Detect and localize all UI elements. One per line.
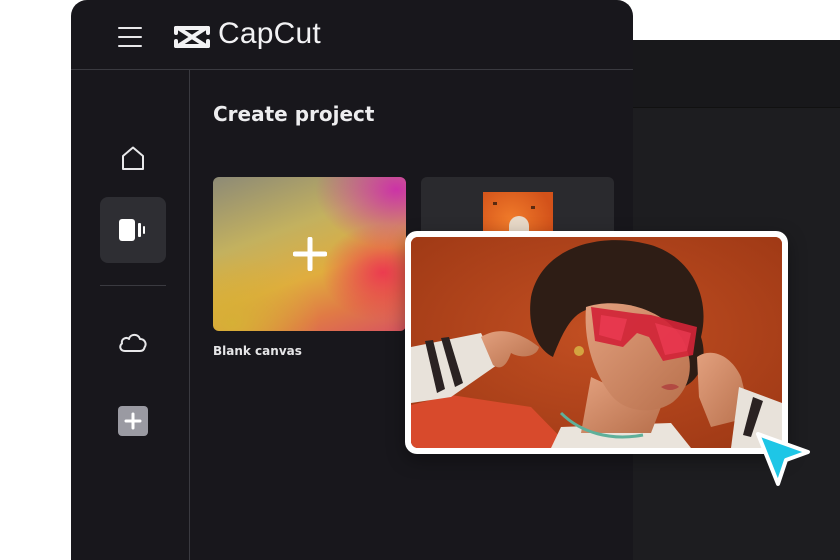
- plus-square-icon: [118, 406, 148, 436]
- sidebar-item-cloud[interactable]: [100, 309, 166, 375]
- app-name: CapCut: [218, 17, 321, 50]
- portrait-photo: [411, 237, 782, 448]
- page-title: Create project: [213, 102, 375, 126]
- top-bar: CapCut: [71, 0, 633, 70]
- home-icon: [122, 146, 144, 170]
- photo-preview[interactable]: [405, 231, 788, 454]
- sidebar-item-home[interactable]: [100, 125, 166, 191]
- sidebar-divider: [100, 285, 166, 286]
- blank-canvas-label: Blank canvas: [213, 344, 302, 358]
- sidebar-item-projects[interactable]: [100, 197, 166, 263]
- sidebar-item-add[interactable]: [100, 388, 166, 454]
- background-window-toolbar: [600, 40, 840, 108]
- cloud-icon: [119, 333, 147, 352]
- sidebar: [71, 70, 190, 560]
- plus-icon: [292, 237, 327, 271]
- mouse-pointer-icon: [756, 432, 810, 486]
- capcut-logo-icon: [174, 26, 210, 48]
- blank-canvas-card[interactable]: [213, 177, 406, 331]
- menu-icon[interactable]: [118, 27, 142, 47]
- video-icon: [119, 219, 145, 241]
